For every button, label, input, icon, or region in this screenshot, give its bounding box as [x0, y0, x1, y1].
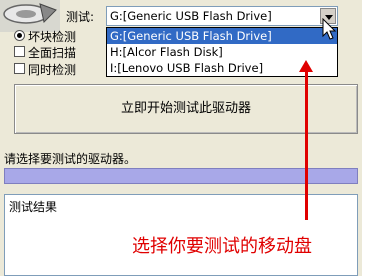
drive-select[interactable]: G:[Generic USB Flash Drive] [106, 6, 338, 26]
drive-select-value: G:[Generic USB Flash Drive] [110, 9, 272, 23]
simultaneous-label: 同时检测 [28, 63, 77, 77]
annotation-text: 选择你要测试的移动盘 [132, 236, 312, 257]
annotation-arrow [305, 70, 308, 220]
bad-block-label: 坏块检测 [28, 30, 77, 44]
annotation-arrow-head-icon [299, 60, 313, 72]
drive-option-h[interactable]: H:[Alcor Flash Disk] [107, 44, 337, 60]
bad-block-radio[interactable] [14, 30, 25, 41]
simultaneous-checkbox[interactable] [14, 63, 25, 74]
mouse-cursor-icon [322, 18, 337, 40]
results-label: 测试结果 [9, 200, 58, 214]
full-scan-checkbox[interactable] [14, 46, 25, 57]
select-drive-prompt: 请选择要测试的驱动器。 [4, 152, 137, 166]
test-label: 测试: [66, 10, 95, 24]
full-scan-label: 全面扫描 [28, 46, 77, 60]
drive-option-g[interactable]: G:[Generic USB Flash Drive] [107, 28, 337, 44]
